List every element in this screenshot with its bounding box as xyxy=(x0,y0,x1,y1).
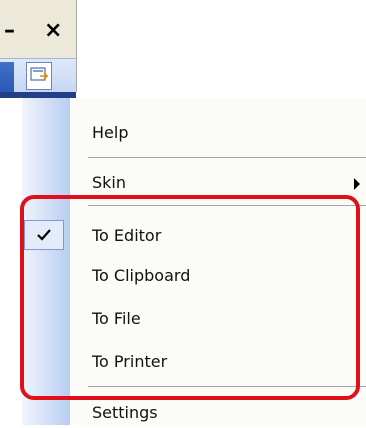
toolbar-edge xyxy=(0,62,14,92)
capture-icon xyxy=(30,67,48,81)
highlight-annotation xyxy=(20,195,360,400)
menu-item-settings[interactable]: Settings xyxy=(92,398,158,428)
caption-divider xyxy=(76,0,77,92)
minimize-button[interactable]: – xyxy=(4,20,15,42)
menu-separator xyxy=(88,157,366,158)
capture-menu-button[interactable] xyxy=(26,62,52,90)
menu-item-help[interactable]: Help xyxy=(92,118,128,148)
menu-item-skin[interactable]: Skin xyxy=(92,168,126,198)
submenu-arrow-icon xyxy=(354,178,360,190)
close-button[interactable]: × xyxy=(44,20,62,42)
